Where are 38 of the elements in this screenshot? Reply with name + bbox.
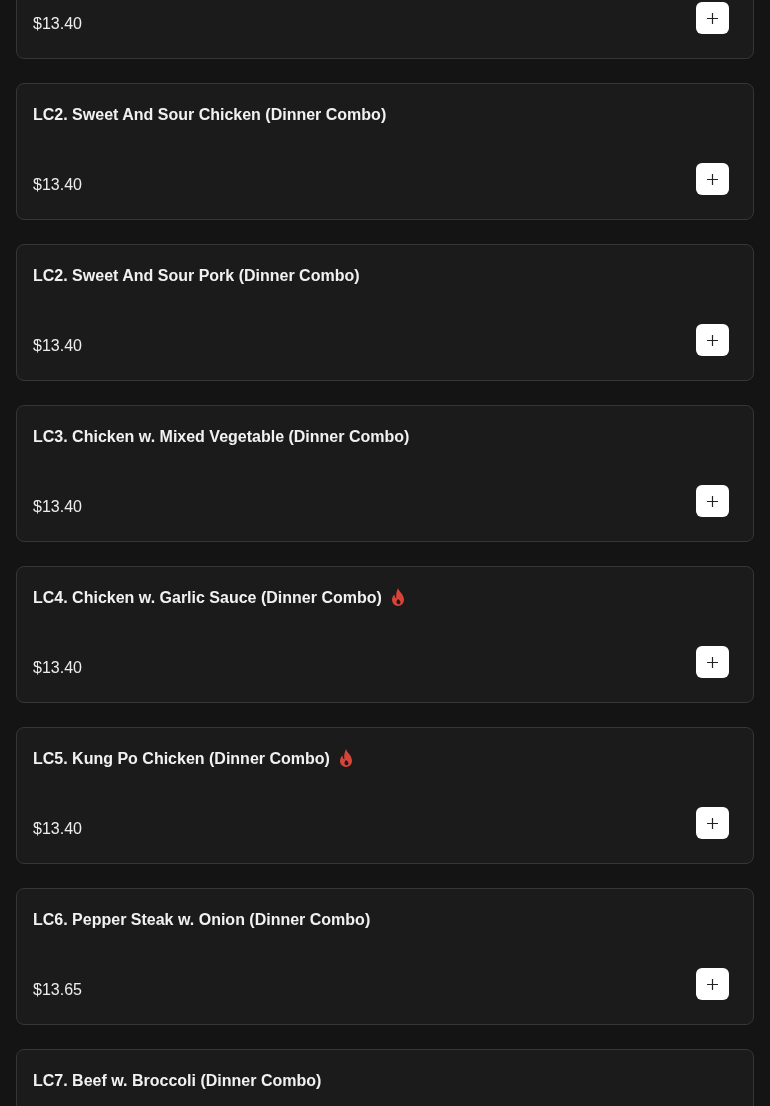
menu-item-card[interactable]: LC3. Chicken w. Mixed Vegetable (Dinner Combo) $13.40 [16,405,754,542]
add-button[interactable] [696,2,729,34]
item-price: $13.40 [33,336,82,356]
flame-icon [337,749,354,769]
item-price: $13.40 [33,14,82,34]
menu-item-card[interactable]: LC2. Sweet And Sour Chicken (Dinner Combo) $13.40 [16,83,754,220]
item-price: $13.40 [33,819,82,839]
plus-icon [707,656,718,668]
plus-icon [707,495,718,507]
item-name: LC2. Sweet And Sour Pork (Dinner Combo) [33,266,360,286]
menu-item-card[interactable]: LC6. Pepper Steak w. Onion (Dinner Combo) $13.65 [16,888,754,1025]
plus-icon [707,334,718,346]
menu-item-card[interactable]: $13.40 [16,0,754,59]
item-price: $13.40 [33,497,82,517]
item-price: $13.40 [33,658,82,678]
item-name: LC3. Chicken w. Mixed Vegetable (Dinner Combo) [33,427,410,447]
add-button[interactable] [696,807,729,839]
item-name: LC7. Beef w. Broccoli (Dinner Combo) [33,1071,322,1091]
plus-icon [707,12,718,24]
add-button[interactable] [696,324,729,356]
flame-icon [389,588,406,608]
menu-item-card[interactable]: LC7. Beef w. Broccoli (Dinner Combo) [16,1049,754,1106]
add-button[interactable] [696,646,729,678]
add-button[interactable] [696,485,729,517]
menu-item-card[interactable]: LC4. Chicken w. Garlic Sauce (Dinner Combo) $13.40 [16,566,754,703]
item-name: LC5. Kung Po Chicken (Dinner Combo) [33,749,330,769]
item-price: $13.40 [33,175,82,195]
item-name: LC4. Chicken w. Garlic Sauce (Dinner Combo) [33,588,382,608]
menu-item-card[interactable]: LC5. Kung Po Chicken (Dinner Combo) $13.40 [16,727,754,864]
plus-icon [707,173,718,185]
item-name: LC6. Pepper Steak w. Onion (Dinner Combo) [33,910,371,930]
item-price: $13.65 [33,980,82,1000]
item-name: LC2. Sweet And Sour Chicken (Dinner Combo) [33,105,387,125]
add-button[interactable] [696,163,729,195]
menu-item-card[interactable]: LC2. Sweet And Sour Pork (Dinner Combo) $13.40 [16,244,754,381]
plus-icon [707,817,718,829]
plus-icon [707,978,718,990]
add-button[interactable] [696,968,729,1000]
